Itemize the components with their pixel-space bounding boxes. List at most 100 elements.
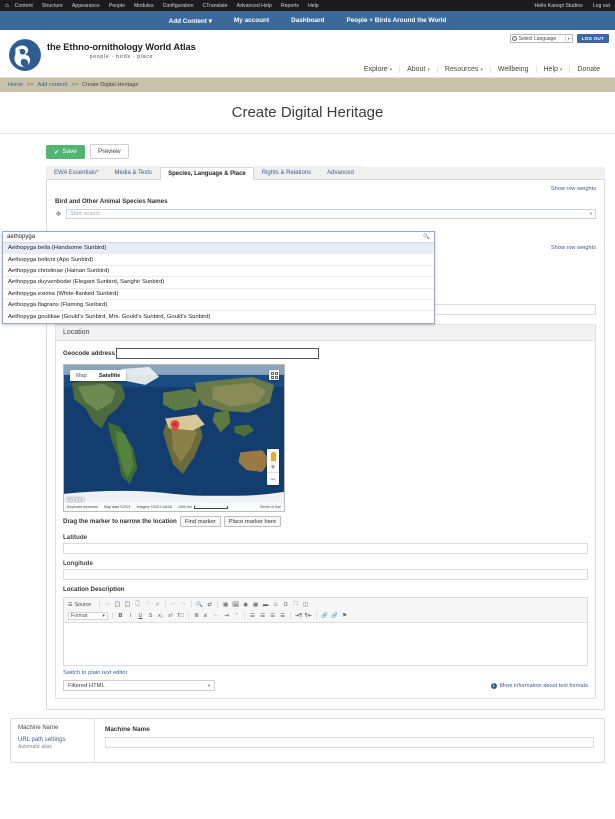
source-icon[interactable]: ☰ Source <box>68 602 95 608</box>
sidebar-item-url-path-settings[interactable]: URL path settings Automatic alias <box>18 737 87 750</box>
rtl-icon[interactable]: ¶⇤ <box>305 612 312 619</box>
nav-item-explore[interactable]: Explore ▾ <box>357 66 399 73</box>
cut-icon[interactable]: ✂ <box>104 601 111 608</box>
tab-rights-relations[interactable]: Rights & Relations <box>253 166 320 179</box>
map-marker-icon[interactable] <box>170 420 180 433</box>
autocomplete-option[interactable]: Aethopyga eximia (White-flanked Sunbird) <box>3 289 434 300</box>
logout-button[interactable]: LOG OUT <box>576 34 609 43</box>
replace-icon[interactable]: ⇄ <box>206 601 213 608</box>
nav-add-content[interactable]: Add Content ▾ <box>169 17 212 25</box>
nav-dashboard[interactable]: Dashboard <box>291 17 324 24</box>
maximize-icon[interactable]: ⛶ <box>292 601 299 608</box>
nav-people-birds-around-world[interactable]: People + Birds Around the World <box>346 17 446 24</box>
breadcrumb-add-content[interactable]: Add content <box>37 82 67 88</box>
justify-icon[interactable]: ☰ <box>279 612 286 619</box>
unlink-icon[interactable]: 🔗 <box>331 612 338 619</box>
tab-species-language-place[interactable]: Species, Language & Place <box>160 167 254 180</box>
horizontal-rule-icon[interactable]: ▬ <box>262 601 269 608</box>
autocomplete-option[interactable]: Aethopyga flagrans (Flaming Sunbird) <box>3 300 434 312</box>
machine-name-input[interactable] <box>105 737 594 748</box>
blockquote-icon[interactable]: ” <box>233 612 240 619</box>
subscript-icon[interactable]: x₂ <box>157 612 164 619</box>
superscript-icon[interactable]: x² <box>167 612 174 619</box>
admin-menu-modules[interactable]: Modules <box>134 3 154 9</box>
autocomplete-option[interactable]: Aethopyga duyvenbodei (Elegant Sunbird, … <box>3 277 434 289</box>
tab-media-texts[interactable]: Media & Texts <box>106 166 161 179</box>
text-format-select[interactable]: Filtered HTML ▾ <box>63 680 215 691</box>
fullscreen-icon[interactable] <box>269 370 279 380</box>
decrease-indent-icon[interactable]: ⇤ <box>213 612 220 619</box>
strikethrough-icon[interactable]: S <box>147 612 154 619</box>
save-button[interactable]: ✔ Save <box>46 144 85 159</box>
format-dropdown[interactable]: Format ▾ <box>68 611 108 620</box>
preview-button[interactable]: Preview <box>89 144 129 159</box>
increase-indent-icon[interactable]: ⇥ <box>223 612 230 619</box>
autocomplete-option[interactable]: Aethopyga bella (Handsome Sunbird) <box>3 243 434 255</box>
show-row-weights-link-species[interactable]: Show row weights <box>55 186 596 192</box>
admin-menu-appearance[interactable]: Appearance <box>72 3 100 9</box>
autocomplete-query-input[interactable]: aethopyga 🔍 <box>3 232 434 243</box>
anchor-icon[interactable]: ⚑ <box>341 612 348 619</box>
smiley-icon[interactable]: ☺ <box>272 601 279 608</box>
nav-my-account[interactable]: My account <box>234 17 269 24</box>
media-icon[interactable]: ◉ <box>242 601 249 608</box>
nav-item-about[interactable]: About ▾ <box>399 66 437 73</box>
location-map[interactable]: Map Satellite + − Google Keyboard shortc… <box>63 364 285 512</box>
nav-item-help[interactable]: Help ▾ <box>535 66 570 73</box>
special-char-icon[interactable]: Ω <box>282 601 289 608</box>
paste-word-icon[interactable]: 📄 <box>144 601 151 608</box>
geocode-address-input[interactable] <box>115 348 319 359</box>
map-terms-link[interactable]: Terms of Use <box>260 505 281 509</box>
keyboard-shortcuts-label[interactable]: Keyboard shortcuts <box>67 505 98 509</box>
find-marker-button[interactable]: Find marker <box>179 516 221 527</box>
drag-handle-icon[interactable]: ✥ <box>55 211 62 218</box>
nav-item-resources[interactable]: Resources ▾ <box>436 66 490 73</box>
admin-menu-help[interactable]: Help <box>308 3 319 9</box>
place-marker-here-button[interactable]: Place marker here <box>223 516 282 527</box>
longitude-input[interactable] <box>63 569 588 580</box>
copy-icon[interactable]: 📋 <box>114 601 121 608</box>
nav-item-wellbeing[interactable]: Wellbeing <box>489 66 536 73</box>
map-type-satellite-button[interactable]: Satellite <box>93 370 126 381</box>
redo-icon[interactable]: ↷ <box>180 601 187 608</box>
numbered-list-icon[interactable]: ≣ <box>193 612 200 619</box>
tab-ewa-essentials[interactable]: EWA Essentials* <box>46 166 107 179</box>
link-icon[interactable]: 🔗 <box>321 612 328 619</box>
nav-item-donate[interactable]: Donate <box>569 66 607 73</box>
show-blocks-icon[interactable]: ◫ <box>302 601 309 608</box>
remove-format-icon[interactable]: T⃠ <box>177 612 184 619</box>
align-right-icon[interactable]: ☰ <box>269 612 276 619</box>
admin-menu-reports[interactable]: Reports <box>281 3 299 9</box>
admin-menu-configuration[interactable]: Configuration <box>163 3 194 9</box>
paste-text-icon[interactable]: 🗋 <box>134 601 141 608</box>
italic-icon[interactable]: I <box>127 612 134 619</box>
admin-menu-content[interactable]: Content <box>15 3 33 9</box>
search-icon[interactable]: 🔍 <box>423 234 430 240</box>
admin-menu-advanced-help[interactable]: Advanced Help <box>237 3 272 9</box>
autocomplete-option[interactable]: Aethopyga gouldiae (Gould's Sunbird, Mrs… <box>3 311 434 322</box>
autocomplete-option[interactable]: Aethopyga christinae (Hainan Sunbird) <box>3 266 434 278</box>
find-icon[interactable]: 🔍 <box>196 601 203 608</box>
underline-icon[interactable]: U <box>137 612 144 619</box>
admin-menu-structure[interactable]: Structure <box>42 3 63 9</box>
bulleted-list-icon[interactable]: ≢ <box>203 612 210 619</box>
autocomplete-option[interactable]: Aethopyga boltoni (Apo Sunbird) <box>3 254 434 266</box>
home-icon[interactable]: ⌂ <box>5 3 9 9</box>
bold-icon[interactable]: B <box>117 612 124 619</box>
paste-icon[interactable]: 📋 <box>124 601 131 608</box>
species-autocomplete-input-1[interactable]: Start search ▾ <box>66 209 596 219</box>
align-left-icon[interactable]: ☰ <box>249 612 256 619</box>
admin-logout-link[interactable]: Log out <box>593 3 610 9</box>
table-icon[interactable]: ▦ <box>252 601 259 608</box>
site-branding[interactable]: the Ethno-ornithology World Atlas people… <box>8 38 196 72</box>
breadcrumb-home[interactable]: Home <box>8 82 23 88</box>
sidebar-item-machine-name[interactable]: Machine Name <box>18 725 87 731</box>
select-all-icon[interactable]: ▦ <box>222 601 229 608</box>
editor-content-area[interactable] <box>64 623 587 665</box>
switch-to-plain-text-editor-link[interactable]: Switch to plain text editor <box>63 670 588 676</box>
language-select[interactable]: i Select Language ▾ <box>509 34 573 43</box>
admin-menu-people[interactable]: People <box>109 3 125 9</box>
map-type-map-button[interactable]: Map <box>70 370 93 381</box>
spellcheck-icon[interactable]: ✓ <box>154 601 161 608</box>
image-icon[interactable]: 🖼 <box>232 601 239 608</box>
